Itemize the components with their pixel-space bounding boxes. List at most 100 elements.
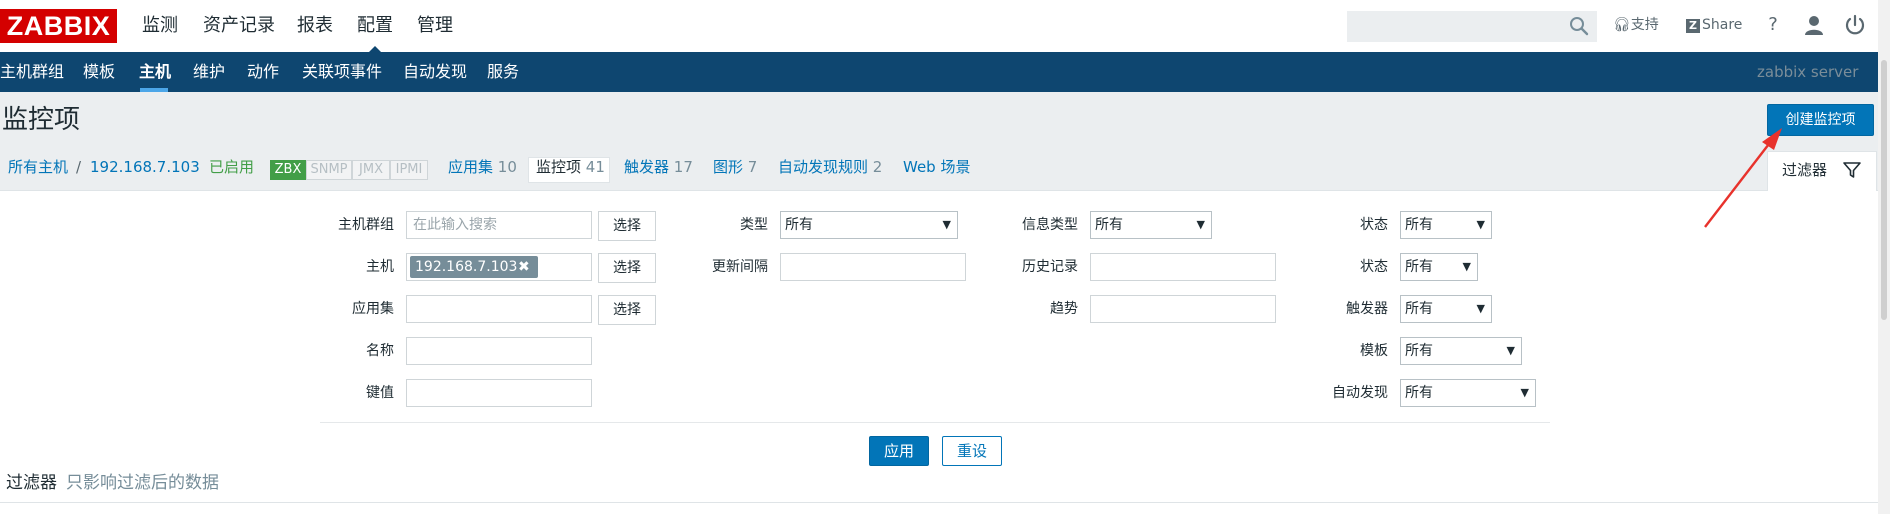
name-label: 名称	[366, 343, 394, 359]
support-label: 支持	[1630, 17, 1659, 33]
tab-applications-label: 应用集	[448, 158, 494, 176]
host-group-select-button[interactable]: 选择	[598, 211, 656, 241]
type-select-value: 所有	[785, 217, 813, 233]
subnav-maintenance[interactable]: 维护	[193, 52, 225, 92]
reset-button[interactable]: 重设	[942, 436, 1002, 466]
dropdown-arrow-icon: ▼	[1476, 302, 1485, 315]
template-select[interactable]: 所有 ▼	[1400, 337, 1522, 365]
share-z-icon: Z	[1686, 19, 1700, 33]
trends-label: 趋势	[1050, 301, 1078, 317]
annotation-arrow-icon	[1704, 128, 1782, 228]
headset-icon: 🎧︎	[1613, 17, 1631, 33]
subnav-host-groups[interactable]: 主机群组	[0, 52, 64, 92]
help-icon[interactable]: ?	[1761, 13, 1785, 37]
update-interval-input[interactable]	[780, 253, 966, 281]
top-header	[0, 0, 1890, 52]
share-label: Share	[1702, 17, 1743, 33]
triggers-label: 触发器	[1346, 301, 1388, 317]
chip-remove-icon[interactable]: ✖	[518, 256, 530, 278]
template-select-value: 所有	[1405, 343, 1433, 359]
badge-snmp: SNMP	[306, 160, 352, 180]
tab-triggers[interactable]: 触发器 17	[624, 144, 693, 190]
badge-jmx: JMX	[352, 160, 390, 180]
dropdown-arrow-icon: ▼	[1462, 260, 1471, 273]
support-link[interactable]: 🎧︎支持	[1613, 14, 1659, 36]
application-input[interactable]	[406, 295, 592, 323]
tab-web-scenarios[interactable]: Web 场景	[903, 144, 970, 190]
funnel-icon[interactable]	[1842, 160, 1862, 180]
tab-items[interactable]: 监控项 41	[536, 144, 605, 190]
tab-items-label: 监控项	[536, 158, 582, 176]
dropdown-arrow-icon: ▼	[1476, 218, 1485, 231]
application-label: 应用集	[352, 301, 394, 317]
results-divider	[0, 502, 1878, 503]
tab-applications[interactable]: 应用集 10	[448, 144, 517, 190]
tab-discovery-rules-label: 自动发现规则	[778, 158, 869, 176]
triggers-select-value: 所有	[1405, 301, 1433, 317]
subnav-templates[interactable]: 模板	[83, 52, 115, 92]
dropdown-arrow-icon: ▼	[1196, 218, 1205, 231]
triggers-select[interactable]: 所有 ▼	[1400, 295, 1492, 323]
dropdown-arrow-icon: ▼	[1506, 344, 1515, 357]
application-select-button[interactable]: 选择	[598, 295, 656, 325]
tab-discovery-rules-count: 2	[872, 158, 883, 176]
info-type-select[interactable]: 所有 ▼	[1090, 211, 1212, 239]
trends-input[interactable]	[1090, 295, 1276, 323]
breadcrumb-host[interactable]: 192.168.7.103	[90, 144, 200, 190]
discovery-select[interactable]: 所有 ▼	[1400, 379, 1536, 407]
dropdown-arrow-icon: ▼	[942, 218, 951, 231]
nav-configuration[interactable]: 配置	[357, 0, 393, 52]
nav-monitoring[interactable]: 监测	[142, 0, 178, 52]
discovery-select-value: 所有	[1405, 385, 1433, 401]
apply-button[interactable]: 应用	[869, 436, 929, 466]
type-label: 类型	[740, 217, 768, 233]
badge-zbx: ZBX	[270, 160, 306, 180]
sign-out-icon[interactable]	[1843, 13, 1867, 37]
badge-ipmi: IPMI	[390, 160, 428, 180]
nav-inventory[interactable]: 资产记录	[203, 0, 275, 52]
key-input[interactable]	[406, 379, 592, 407]
tab-graphs-count: 7	[747, 158, 758, 176]
key-label: 键值	[366, 385, 394, 401]
history-input[interactable]	[1090, 253, 1276, 281]
tab-triggers-count: 17	[673, 158, 693, 176]
scrollbar-thumb[interactable]	[1881, 60, 1887, 320]
subnav-discovery[interactable]: 自动发现	[403, 52, 467, 92]
result-filter-title: 过滤器	[6, 473, 57, 493]
tab-items-count: 41	[585, 158, 605, 176]
global-search-input[interactable]	[1347, 11, 1597, 42]
type-select[interactable]: 所有 ▼	[780, 211, 958, 239]
breadcrumb-all-hosts[interactable]: 所有主机	[8, 144, 68, 190]
user-profile-icon[interactable]	[1802, 13, 1826, 37]
status-select[interactable]: 所有 ▼	[1400, 253, 1478, 281]
nav-administration[interactable]: 管理	[417, 0, 453, 52]
page-header	[0, 92, 1878, 144]
status-label: 状态	[1360, 259, 1388, 275]
tab-triggers-label: 触发器	[624, 158, 670, 176]
host-select-button[interactable]: 选择	[598, 253, 656, 283]
tab-graphs[interactable]: 图形 7	[713, 144, 757, 190]
tab-applications-count: 10	[497, 158, 517, 176]
subnav-services[interactable]: 服务	[487, 52, 519, 92]
update-interval-label: 更新间隔	[712, 259, 768, 275]
info-type-select-value: 所有	[1095, 217, 1123, 233]
zabbix-logo[interactable]: ZABBIX	[0, 9, 117, 43]
subnav-hosts[interactable]: 主机	[139, 52, 171, 92]
host-group-input[interactable]: 在此输入搜索	[406, 211, 592, 239]
subnav-event-correlation[interactable]: 关联项事件	[302, 52, 382, 92]
tab-graphs-label: 图形	[713, 158, 744, 176]
name-input[interactable]	[406, 337, 592, 365]
search-icon[interactable]	[1568, 15, 1590, 37]
state-label: 状态	[1360, 217, 1388, 233]
dropdown-arrow-icon: ▼	[1520, 386, 1529, 399]
tab-discovery-rules[interactable]: 自动发现规则 2	[778, 144, 882, 190]
state-select[interactable]: 所有 ▼	[1400, 211, 1492, 239]
share-link[interactable]: Z Share	[1686, 14, 1742, 36]
discovery-label: 自动发现	[1332, 385, 1388, 401]
filter-divider	[320, 422, 1550, 423]
info-type-label: 信息类型	[1022, 217, 1078, 233]
host-status-enabled[interactable]: 已启用	[209, 144, 254, 190]
subnav-actions[interactable]: 动作	[247, 52, 279, 92]
nav-reports[interactable]: 报表	[297, 0, 333, 52]
template-label: 模板	[1360, 343, 1388, 359]
